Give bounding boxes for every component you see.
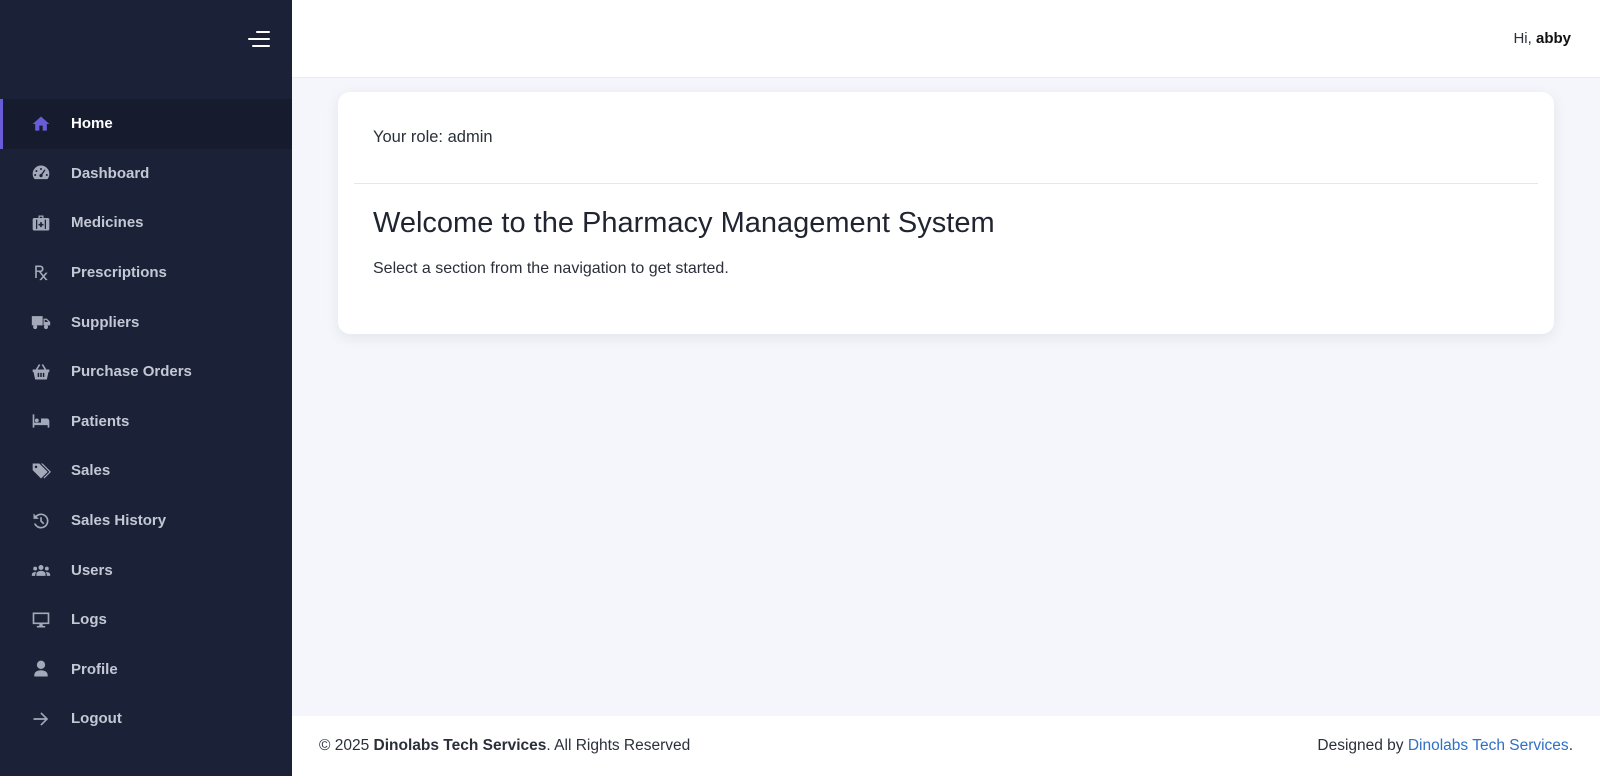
home-icon bbox=[30, 113, 52, 135]
role-text: Your role: admin bbox=[373, 128, 493, 146]
medkit-icon bbox=[30, 212, 52, 234]
sidebar-item-label: Patients bbox=[71, 412, 130, 430]
monitor-icon bbox=[30, 609, 52, 631]
sidebar-item-label: Dashboard bbox=[71, 164, 150, 182]
bed-icon bbox=[30, 410, 52, 432]
sidebar-item-label: Home bbox=[71, 115, 113, 133]
basket-icon bbox=[30, 361, 52, 383]
sidebar-header bbox=[0, 0, 292, 78]
history-icon bbox=[30, 510, 52, 532]
truck-icon bbox=[30, 311, 52, 333]
sidebar-item-label: Purchase Orders bbox=[71, 363, 192, 381]
role-header: Your role: admin bbox=[354, 92, 1538, 184]
arrow-right-icon bbox=[30, 708, 52, 730]
sidebar-item-sales[interactable]: Sales bbox=[0, 446, 292, 496]
sidebar-item-sales-history[interactable]: Sales History bbox=[0, 496, 292, 546]
gauge-icon bbox=[30, 162, 52, 184]
sidebar-item-label: Medicines bbox=[71, 214, 144, 232]
sidebar: Home Dashboard Medicines Prescriptions S… bbox=[0, 0, 292, 776]
page-title: Welcome to the Pharmacy Management Syste… bbox=[373, 207, 995, 239]
sidebar-item-label: Suppliers bbox=[71, 313, 140, 331]
user-icon bbox=[30, 658, 52, 680]
sidebar-item-dashboard[interactable]: Dashboard bbox=[0, 149, 292, 199]
sidebar-item-medicines[interactable]: Medicines bbox=[0, 198, 292, 248]
card-body: Welcome to the Pharmacy Management Syste… bbox=[338, 184, 1554, 301]
users-icon bbox=[30, 559, 52, 581]
greeting-prefix: Hi, bbox=[1513, 30, 1532, 47]
sidebar-item-label: Sales bbox=[71, 462, 111, 480]
tags-icon bbox=[30, 460, 52, 482]
designer-link[interactable]: Dinolabs Tech Services bbox=[1408, 737, 1569, 754]
username: abby bbox=[1535, 30, 1571, 47]
sidebar-item-label: Sales History bbox=[71, 512, 167, 530]
top-header: Hi, abby bbox=[292, 0, 1600, 78]
sidebar-nav: Home Dashboard Medicines Prescriptions S… bbox=[0, 99, 292, 744]
sidebar-item-label: Profile bbox=[71, 660, 118, 678]
designed-by-label: Designed by bbox=[1317, 737, 1404, 754]
sidebar-item-suppliers[interactable]: Suppliers bbox=[0, 297, 292, 347]
sidebar-item-purchase-orders[interactable]: Purchase Orders bbox=[0, 347, 292, 397]
welcome-card: Your role: admin Welcome to the Pharmacy… bbox=[338, 92, 1554, 334]
sidebar-item-logout[interactable]: Logout bbox=[0, 694, 292, 744]
designed-by: Designed by Dinolabs Tech Services. bbox=[1317, 737, 1573, 755]
sidebar-item-profile[interactable]: Profile bbox=[0, 645, 292, 695]
sidebar-item-home[interactable]: Home bbox=[0, 99, 292, 149]
sidebar-item-prescriptions[interactable]: Prescriptions bbox=[0, 248, 292, 298]
rights-text: . All Rights Reserved bbox=[546, 737, 691, 754]
company-name: Dinolabs Tech Services bbox=[373, 737, 547, 754]
user-greeting[interactable]: Hi, abby bbox=[1513, 30, 1571, 47]
sidebar-item-label: Logs bbox=[71, 611, 107, 629]
sidebar-item-label: Logout bbox=[71, 710, 122, 728]
page-subtitle: Select a section from the navigation to … bbox=[373, 260, 729, 277]
prescription-icon bbox=[30, 262, 52, 284]
menu-toggle-icon[interactable] bbox=[248, 29, 272, 51]
sidebar-item-label: Users bbox=[71, 561, 113, 579]
sidebar-item-logs[interactable]: Logs bbox=[0, 595, 292, 645]
copyright: © 2025 Dinolabs Tech Services. All Right… bbox=[319, 737, 690, 755]
sidebar-item-users[interactable]: Users bbox=[0, 545, 292, 595]
sidebar-item-patients[interactable]: Patients bbox=[0, 397, 292, 447]
footer: © 2025 Dinolabs Tech Services. All Right… bbox=[292, 716, 1600, 776]
designer-suffix: . bbox=[1568, 737, 1573, 754]
sidebar-item-label: Prescriptions bbox=[71, 264, 167, 282]
copyright-prefix: © 2025 bbox=[319, 737, 370, 754]
